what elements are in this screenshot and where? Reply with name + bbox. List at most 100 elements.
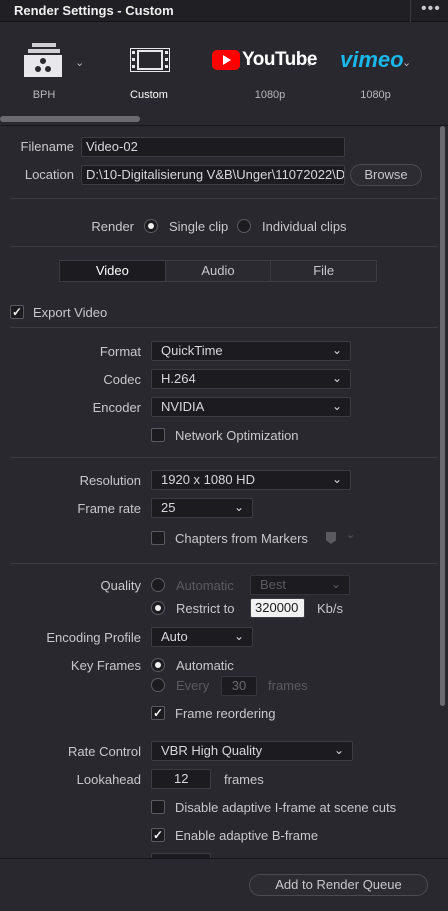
chevron-down-icon: ⌄: [333, 743, 344, 757]
encoding-profile-label: Encoding Profile: [46, 630, 141, 645]
frame-rate-label: Frame rate: [77, 501, 141, 516]
chevron-down-icon: ⌄: [346, 529, 356, 541]
key-frames-unit: frames: [268, 678, 308, 693]
export-video-label: Export Video: [33, 305, 108, 320]
frame-rate-select[interactable]: 25 ⌄: [151, 498, 253, 518]
quality-label: Quality: [100, 578, 141, 593]
individual-clips-radio[interactable]: [237, 219, 251, 233]
key-automatic-label: Automatic: [176, 658, 234, 673]
window-title: Render Settings - Custom: [14, 3, 174, 18]
encoder-value: NVIDIA: [161, 399, 205, 414]
network-optimization-checkbox[interactable]: [151, 428, 165, 442]
horizontal-scrollbar[interactable]: [0, 116, 140, 122]
enable-adaptive-b-frame-checkbox[interactable]: ✓: [151, 828, 165, 842]
quality-automatic-label: Automatic: [176, 578, 234, 593]
tab-audio[interactable]: Audio: [166, 261, 272, 281]
restrict-to-radio[interactable]: [151, 601, 165, 615]
lookahead-label: Lookahead: [76, 772, 141, 787]
chevron-down-icon: ⌄: [233, 500, 244, 514]
single-clip-radio[interactable]: [144, 219, 158, 233]
resolution-label: Resolution: [79, 473, 141, 488]
enable-adaptive-b-frame-label: Enable adaptive B-frame: [175, 828, 319, 843]
add-to-render-queue-button[interactable]: Add to Render Queue: [249, 874, 428, 896]
divider: [10, 246, 438, 247]
chevron-down-icon[interactable]: ⌄: [305, 56, 314, 69]
quality-best-select[interactable]: Best ⌄: [250, 575, 350, 595]
quality-best-value: Best: [260, 577, 287, 592]
preset-label: 1080p: [254, 89, 286, 101]
preset-label: 1080p: [360, 89, 391, 101]
encoder-label: Encoder: [92, 400, 141, 415]
tab-video[interactable]: Video: [60, 261, 166, 281]
individual-clips-label: Individual clips: [262, 219, 347, 234]
rate-control-label: Rate Control: [68, 744, 141, 759]
tab-file[interactable]: File: [271, 261, 376, 281]
rate-control-select[interactable]: VBR High Quality ⌄: [151, 741, 353, 761]
divider: [10, 563, 438, 564]
encoder-select[interactable]: NVIDIA ⌄: [151, 397, 351, 417]
restrict-to-label: Restrict to: [176, 601, 235, 616]
vertical-scrollbar[interactable]: [440, 126, 445, 706]
quality-automatic-radio[interactable]: [151, 578, 165, 592]
restrict-unit: Kb/s: [317, 601, 344, 616]
location-input[interactable]: D:\10-Digitalisierung V&B\Unger\11072022…: [81, 165, 345, 185]
disable-adaptive-i-frame-label: Disable adaptive I-frame at scene cuts: [175, 800, 397, 815]
rate-control-value: VBR High Quality: [161, 743, 263, 758]
preset-vimeo[interactable]: vimeo 1080p: [338, 22, 413, 122]
vimeo-logo-icon: vimeo: [340, 47, 404, 72]
key-every-label: Every: [176, 678, 210, 693]
resolve-logo-icon: [24, 43, 62, 77]
lookahead-unit: frames: [224, 772, 264, 787]
format-value: QuickTime: [161, 343, 223, 358]
preset-strip: BPH ⌄ Custom YouTube 1080p ⌄ vimeo 1080p…: [0, 22, 448, 126]
export-video-checkbox[interactable]: ✓: [10, 305, 24, 319]
marker-icon: [326, 532, 336, 544]
format-label: Format: [99, 344, 141, 359]
title-separator: [410, 0, 411, 22]
key-automatic-radio[interactable]: [151, 658, 165, 672]
chevron-down-icon: ⌄: [331, 371, 342, 385]
title-bar: Render Settings - Custom •••: [0, 0, 448, 22]
settings-tabs: Video Audio File: [59, 260, 377, 282]
preset-bph[interactable]: BPH: [14, 22, 74, 122]
key-every-input[interactable]: 30: [221, 676, 257, 696]
footer: Add to Render Queue: [0, 858, 448, 911]
chevron-down-icon: ⌄: [330, 577, 341, 591]
resolution-value: 1920 x 1080 HD: [161, 472, 255, 487]
filename-input[interactable]: Video-02: [81, 137, 345, 157]
divider: [10, 327, 438, 328]
lookahead-input[interactable]: 12: [151, 769, 211, 789]
restrict-to-input[interactable]: 320000: [250, 598, 305, 618]
resolution-select[interactable]: 1920 x 1080 HD ⌄: [151, 470, 351, 490]
chevron-down-icon: ⌄: [331, 343, 342, 357]
chevron-down-icon[interactable]: ⌄: [75, 56, 84, 69]
render-label: Render: [91, 219, 134, 234]
more-icon[interactable]: •••: [421, 0, 441, 18]
preset-label: BPH: [32, 89, 56, 101]
filename-label: Filename: [20, 139, 74, 154]
chapters-checkbox[interactable]: [151, 531, 165, 545]
chapters-label: Chapters from Markers: [175, 531, 308, 546]
encoding-profile-select[interactable]: Auto ⌄: [151, 627, 253, 647]
frame-reordering-checkbox[interactable]: ✓: [151, 706, 165, 720]
chevron-down-icon[interactable]: ⌄: [402, 56, 411, 69]
preset-custom[interactable]: Custom: [118, 22, 180, 122]
youtube-logo-icon: [212, 50, 240, 70]
codec-value: H.264: [161, 371, 196, 386]
preset-label: Custom: [130, 89, 168, 101]
encoding-profile-value: Auto: [161, 629, 188, 644]
preset-youtube[interactable]: YouTube 1080p: [208, 22, 317, 122]
network-optimization-label: Network Optimization: [175, 428, 299, 443]
divider: [10, 198, 438, 199]
frame-rate-value: 25: [161, 500, 176, 515]
disable-adaptive-i-frame-checkbox[interactable]: [151, 800, 165, 814]
frame-reordering-label: Frame reordering: [175, 706, 276, 721]
single-clip-label: Single clip: [169, 219, 229, 234]
codec-select[interactable]: H.264 ⌄: [151, 369, 351, 389]
browse-button[interactable]: Browse: [350, 164, 422, 186]
divider: [10, 457, 438, 458]
key-every-radio[interactable]: [151, 678, 165, 692]
chevron-down-icon: ⌄: [233, 629, 244, 643]
chevron-down-icon: ⌄: [331, 472, 342, 486]
format-select[interactable]: QuickTime ⌄: [151, 341, 351, 361]
